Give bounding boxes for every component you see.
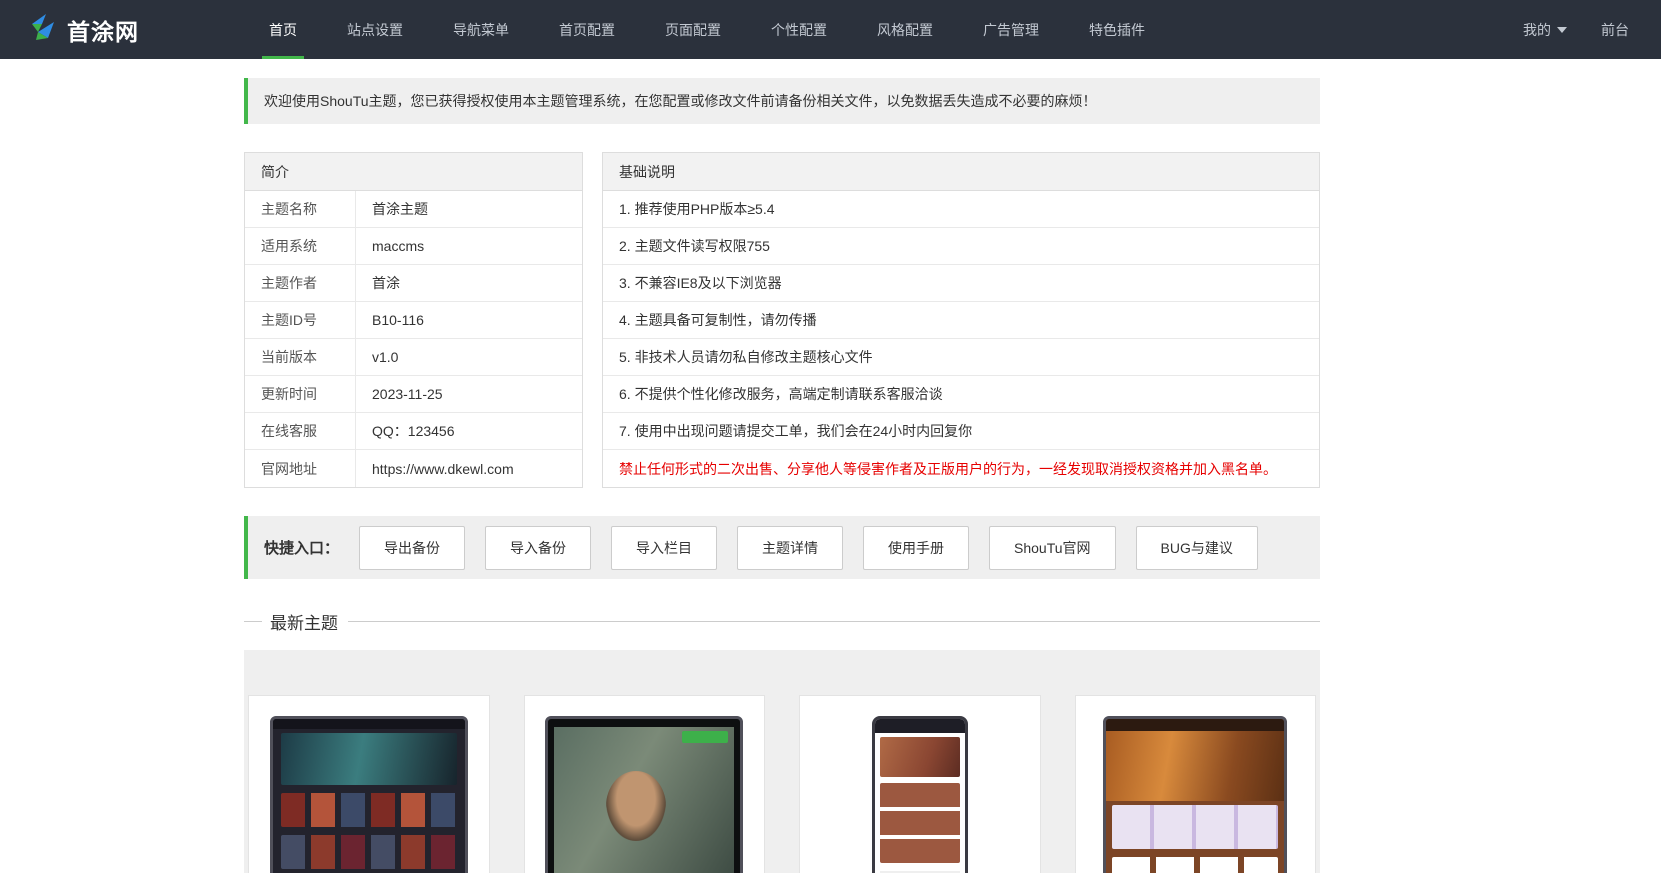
nav-item-plugins[interactable]: 特色插件 (1072, 0, 1162, 59)
table-row: 主题名称 首涂主题 (245, 191, 582, 228)
top-navbar: 首涂网 首页 站点设置 导航菜单 首页配置 页面配置 个性配置 风格配置 广告管… (0, 0, 1661, 59)
theme-card[interactable] (248, 695, 490, 873)
theme-card[interactable] (1074, 695, 1316, 873)
intro-row-label: 主题作者 (245, 265, 356, 301)
nav-item-personal-config[interactable]: 个性配置 (754, 0, 844, 59)
warning-text: 禁止任何形式的二次出售、分享他人等侵害作者及正版用户的行为，一经发现取消授权资格… (619, 460, 1277, 477)
thumbnail-navbar-shape (272, 719, 465, 729)
logo-icon (28, 12, 58, 47)
table-row: 主题ID号 B10-116 (245, 302, 582, 339)
thumbnail-poster-row-shape (280, 835, 457, 869)
intro-row-label: 适用系统 (245, 228, 356, 264)
front-site-link[interactable]: 前台 (1601, 20, 1629, 40)
shoutu-official-button[interactable]: ShouTu官网 (989, 525, 1116, 570)
theme-details-button[interactable]: 主题详情 (737, 525, 844, 570)
front-site-label: 前台 (1601, 21, 1629, 38)
thumbnail-card-row-shape (1112, 857, 1279, 873)
logo-text: 首涂网 (67, 18, 139, 45)
nav-item-page-config[interactable]: 页面配置 (648, 0, 738, 59)
nav-item-nav-menu[interactable]: 导航菜单 (436, 0, 526, 59)
intro-row-label: 更新时间 (245, 376, 356, 412)
thumbnail-person-shape (606, 771, 667, 841)
import-columns-button[interactable]: 导入栏目 (611, 525, 718, 570)
thumbnail-phone-list-shape (879, 869, 960, 873)
export-backup-button[interactable]: 导出备份 (359, 525, 466, 570)
intro-row-label: 主题ID号 (245, 302, 356, 338)
thumbnail-poster-row-shape (280, 793, 457, 827)
table-row: 更新时间 2023-11-25 (245, 376, 582, 413)
notes-panel: 基础说明 1. 推荐使用PHP版本≥5.4 2. 主题文件读写权限755 3. … (602, 152, 1320, 488)
intro-row-value: QQ：123456 (372, 423, 455, 439)
list-item: 3. 不兼容IE8及以下浏览器 (603, 265, 1319, 302)
intro-panel: 简介 主题名称 首涂主题 适用系统 maccms 主题作者 首涂 主题ID号 B… (244, 152, 583, 488)
intro-panel-title: 简介 (245, 153, 582, 191)
intro-row-label: 当前版本 (245, 339, 356, 375)
thumbnail-band-shape (1112, 805, 1279, 849)
list-item: 4. 主题具备可复制性，请勿传播 (603, 302, 1319, 339)
list-item: 2. 主题文件读写权限755 (603, 228, 1319, 265)
thumbnail-navbar-shape (1106, 719, 1285, 731)
logo[interactable]: 首涂网 (0, 0, 244, 59)
user-manual-button[interactable]: 使用手册 (863, 525, 970, 570)
intro-row-label: 在线客服 (245, 413, 356, 449)
my-menu-label: 我的 (1523, 21, 1551, 38)
intro-row-value: B10-116 (372, 312, 424, 328)
intro-row-value: v1.0 (372, 349, 399, 365)
video-player-theme-thumbnail (545, 716, 744, 873)
quick-entry-bar: 快捷入口： 导出备份 导入备份 导入栏目 主题详情 使用手册 ShouTu官网 … (244, 516, 1320, 579)
thumbnail-green-badge-shape (682, 731, 729, 743)
bug-suggest-button[interactable]: BUG与建议 (1135, 525, 1258, 570)
nav-item-site-settings[interactable]: 站点设置 (330, 0, 420, 59)
list-item: 5. 非技术人员请勿私自修改主题核心文件 (603, 339, 1319, 376)
table-row: 当前版本 v1.0 (245, 339, 582, 376)
main-nav: 首页 站点设置 导航菜单 首页配置 页面配置 个性配置 风格配置 广告管理 特色… (244, 0, 1170, 59)
intro-row-value: 首涂主题 (372, 201, 428, 217)
import-backup-button[interactable]: 导入备份 (485, 525, 592, 570)
table-row: 适用系统 maccms (245, 228, 582, 265)
list-item: 6. 不提供个性化修改服务，高端定制请联系客服洽谈 (603, 376, 1319, 413)
intro-row-value: 2023-11-25 (372, 386, 443, 402)
table-row: 官网地址 https://www.dkewl.com (245, 450, 582, 487)
nav-item-home[interactable]: 首页 (252, 0, 314, 59)
latest-themes-title: 最新主题 (244, 609, 1320, 634)
section-title-text: 最新主题 (270, 614, 338, 633)
thumbnail-phone-header-shape (874, 719, 965, 733)
list-item: 1. 推荐使用PHP版本≥5.4 (603, 191, 1319, 228)
theme-card[interactable] (799, 695, 1041, 873)
thumbnail-hero-shape (280, 733, 457, 785)
my-menu[interactable]: 我的 (1523, 20, 1567, 40)
intro-row-label: 主题名称 (245, 191, 356, 227)
intro-row-value: maccms (372, 238, 425, 254)
latest-themes-area (244, 650, 1320, 873)
table-row: 主题作者 首涂 (245, 265, 582, 302)
intro-row-value: 首涂 (372, 275, 400, 291)
table-row: 在线客服 QQ：123456 (245, 413, 582, 450)
intro-row-label: 官网地址 (245, 450, 356, 487)
chevron-down-icon (1557, 26, 1567, 33)
quick-entry-label: 快捷入口： (264, 540, 340, 557)
nav-item-ad-manage[interactable]: 广告管理 (966, 0, 1056, 59)
list-item: 7. 使用中出现问题请提交工单，我们会在24小时内回复你 (603, 413, 1319, 450)
mobile-wap-theme-thumbnail (871, 716, 968, 873)
thumbnail-phone-grid-shape (879, 783, 960, 863)
intro-row-value: https://www.dkewl.com (372, 460, 514, 477)
thumbnail-phone-banner-shape (879, 737, 960, 777)
theme-card[interactable] (523, 695, 765, 873)
welcome-banner: 欢迎使用ShouTu主题，您已获得授权使用本主题管理系统，在您配置或修改文件前请… (244, 78, 1320, 124)
nav-item-style-config[interactable]: 风格配置 (860, 0, 950, 59)
thumbnail-hero-shape (1106, 731, 1285, 801)
welcome-text: 欢迎使用ShouTu主题，您已获得授权使用本主题管理系统，在您配置或修改文件前请… (264, 93, 1097, 109)
game-portal-theme-thumbnail (1103, 716, 1288, 873)
nav-item-home-config[interactable]: 首页配置 (542, 0, 632, 59)
dark-video-site-theme-thumbnail (269, 716, 468, 873)
notes-panel-title: 基础说明 (603, 153, 1319, 191)
